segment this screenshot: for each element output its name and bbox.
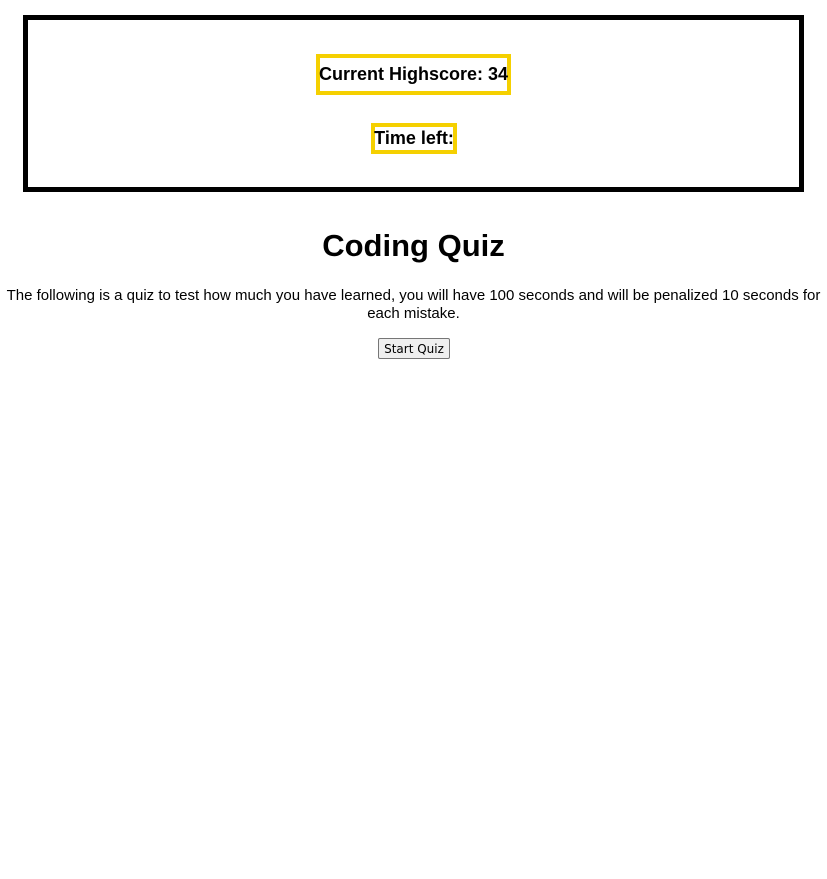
page: Current Highscore: 34 Time left: Coding … (0, 0, 827, 879)
highscore-display: Current Highscore: 34 (316, 54, 511, 95)
quiz-description: The following is a quiz to test how much… (6, 287, 821, 322)
page-title: Coding Quiz (322, 228, 505, 263)
start-quiz-button[interactable]: Start Quiz (378, 338, 450, 359)
timer-display: Time left: (371, 123, 457, 154)
header-box: Current Highscore: 34 Time left: (23, 15, 804, 192)
